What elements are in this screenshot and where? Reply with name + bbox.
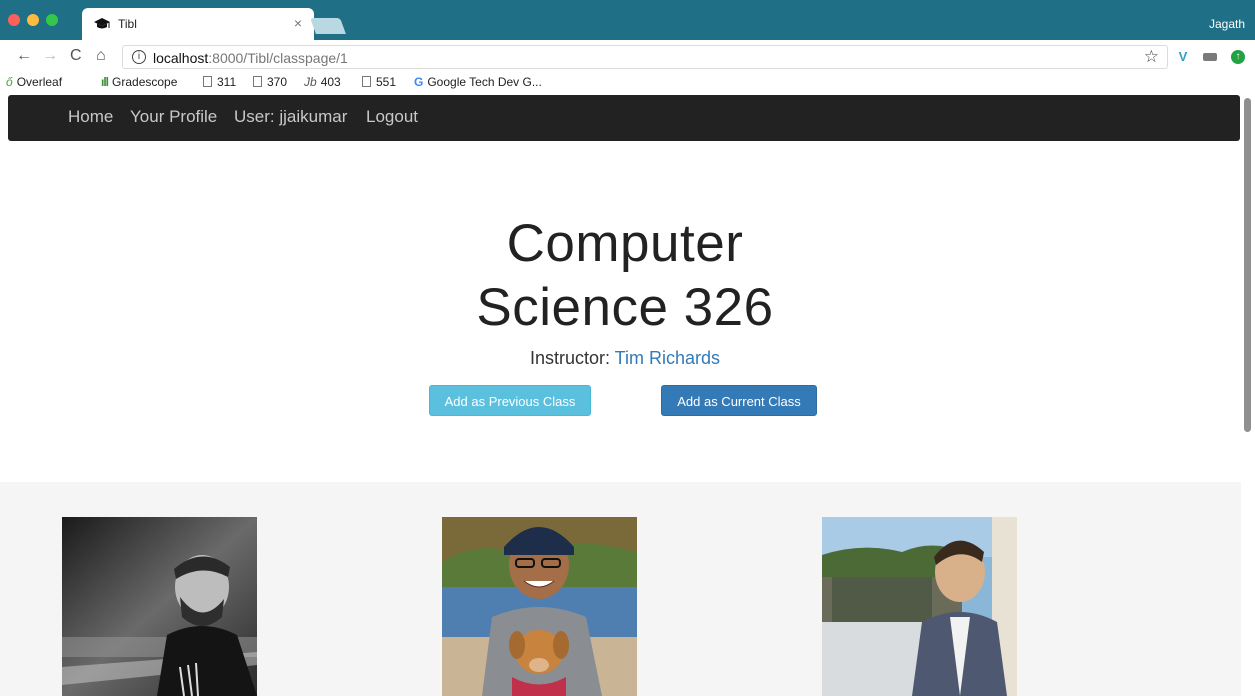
bookmark-label: Gradescope [112, 75, 178, 89]
bookmarks-bar: ő Overleaf ıll Gradescope 311 370 Jb 403 55… [0, 73, 1255, 95]
instructor-label: Instructor: [529, 348, 615, 368]
scrollbar-thumb[interactable] [1244, 98, 1251, 432]
bookmark-label: 551 [376, 75, 397, 89]
bookmark-google-tech-dev[interactable]: G Google Tech Dev G... [414, 75, 542, 89]
green-extension-icon[interactable]: ↑ [1231, 50, 1245, 64]
window-minimize-button[interactable] [27, 14, 39, 26]
address-bar[interactable]: i localhost:8000/Tibl/classpage/1 ☆ [122, 45, 1168, 69]
tab-title: Tibl [118, 17, 137, 31]
reload-icon[interactable]: C [70, 46, 82, 66]
site-navbar: Home Your Profile User: jjaikumar Logout [8, 95, 1240, 141]
gradescope-icon: ıll [101, 75, 109, 89]
bookmark-gradescope[interactable]: ıll Gradescope [101, 75, 177, 89]
bookmark-403[interactable]: Jb 403 [304, 75, 341, 89]
student-photo-3[interactable] [822, 517, 1017, 696]
page-icon [362, 76, 371, 87]
bookmark-370[interactable]: 370 [253, 75, 287, 89]
nav-home-link[interactable]: Home [68, 107, 113, 127]
forward-arrow-icon[interactable]: → [42, 46, 58, 66]
browser-titlebar: Tibl × Jagath [0, 0, 1255, 40]
tag-extension-icon[interactable] [1203, 53, 1217, 61]
page-icon [203, 76, 212, 87]
bookmark-label: Overleaf [16, 75, 63, 89]
url-text[interactable]: localhost:8000/Tibl/classpage/1 [153, 50, 348, 66]
google-icon: G [414, 75, 424, 89]
bookmark-311[interactable]: 311 [203, 75, 236, 89]
vimium-icon[interactable]: V [1176, 50, 1190, 64]
class-title: Computer Science 326 [380, 212, 870, 340]
nav-user-link[interactable]: User: jjaikumar [234, 107, 347, 127]
browser-tab-active[interactable]: Tibl × [82, 8, 314, 40]
bookmark-label: Google Tech Dev G... [427, 75, 542, 89]
bookmark-label: 403 [320, 75, 341, 89]
page-icon [253, 76, 262, 87]
nav-logout-link[interactable]: Logout [366, 107, 418, 127]
class-title-line-1: Computer [506, 214, 744, 273]
url-path: :8000/Tibl/classpage/1 [208, 50, 348, 66]
students-section [0, 482, 1241, 696]
class-title-line-2: Science 326 [476, 278, 774, 337]
home-icon[interactable]: ⌂ [96, 46, 106, 66]
add-current-class-button[interactable]: Add as Current Class [661, 385, 817, 416]
bookmark-label: 370 [267, 75, 288, 89]
student-photo-1[interactable] [62, 517, 257, 696]
url-host: localhost [153, 50, 209, 66]
overleaf-icon: ő [6, 75, 13, 89]
bookmark-overleaf[interactable]: ő Overleaf [6, 75, 62, 89]
graduation-cap-icon [94, 18, 110, 29]
nav-profile-link[interactable]: Your Profile [130, 107, 217, 127]
bookmark-551[interactable]: 551 [362, 75, 396, 89]
instructor-line: Instructor: Tim Richards [380, 348, 870, 369]
student-photo-2[interactable] [442, 517, 637, 696]
bookmark-label: 311 [217, 75, 237, 89]
back-arrow-icon[interactable]: ← [16, 46, 32, 66]
browser-toolbar: ← → C ⌂ i localhost:8000/Tibl/classpage/… [0, 40, 1255, 73]
window-close-button[interactable] [8, 14, 20, 26]
jb-icon: Jb [304, 75, 317, 89]
bookmark-star-icon[interactable]: ☆ [1144, 47, 1159, 67]
profile-name[interactable]: Jagath [1209, 17, 1245, 31]
new-tab-button[interactable] [310, 18, 346, 34]
instructor-link[interactable]: Tim Richards [615, 348, 720, 368]
add-previous-class-button[interactable]: Add as Previous Class [429, 385, 591, 416]
tab-close-icon[interactable]: × [294, 15, 302, 31]
info-icon[interactable]: i [132, 50, 146, 64]
window-maximize-button[interactable] [46, 14, 58, 26]
